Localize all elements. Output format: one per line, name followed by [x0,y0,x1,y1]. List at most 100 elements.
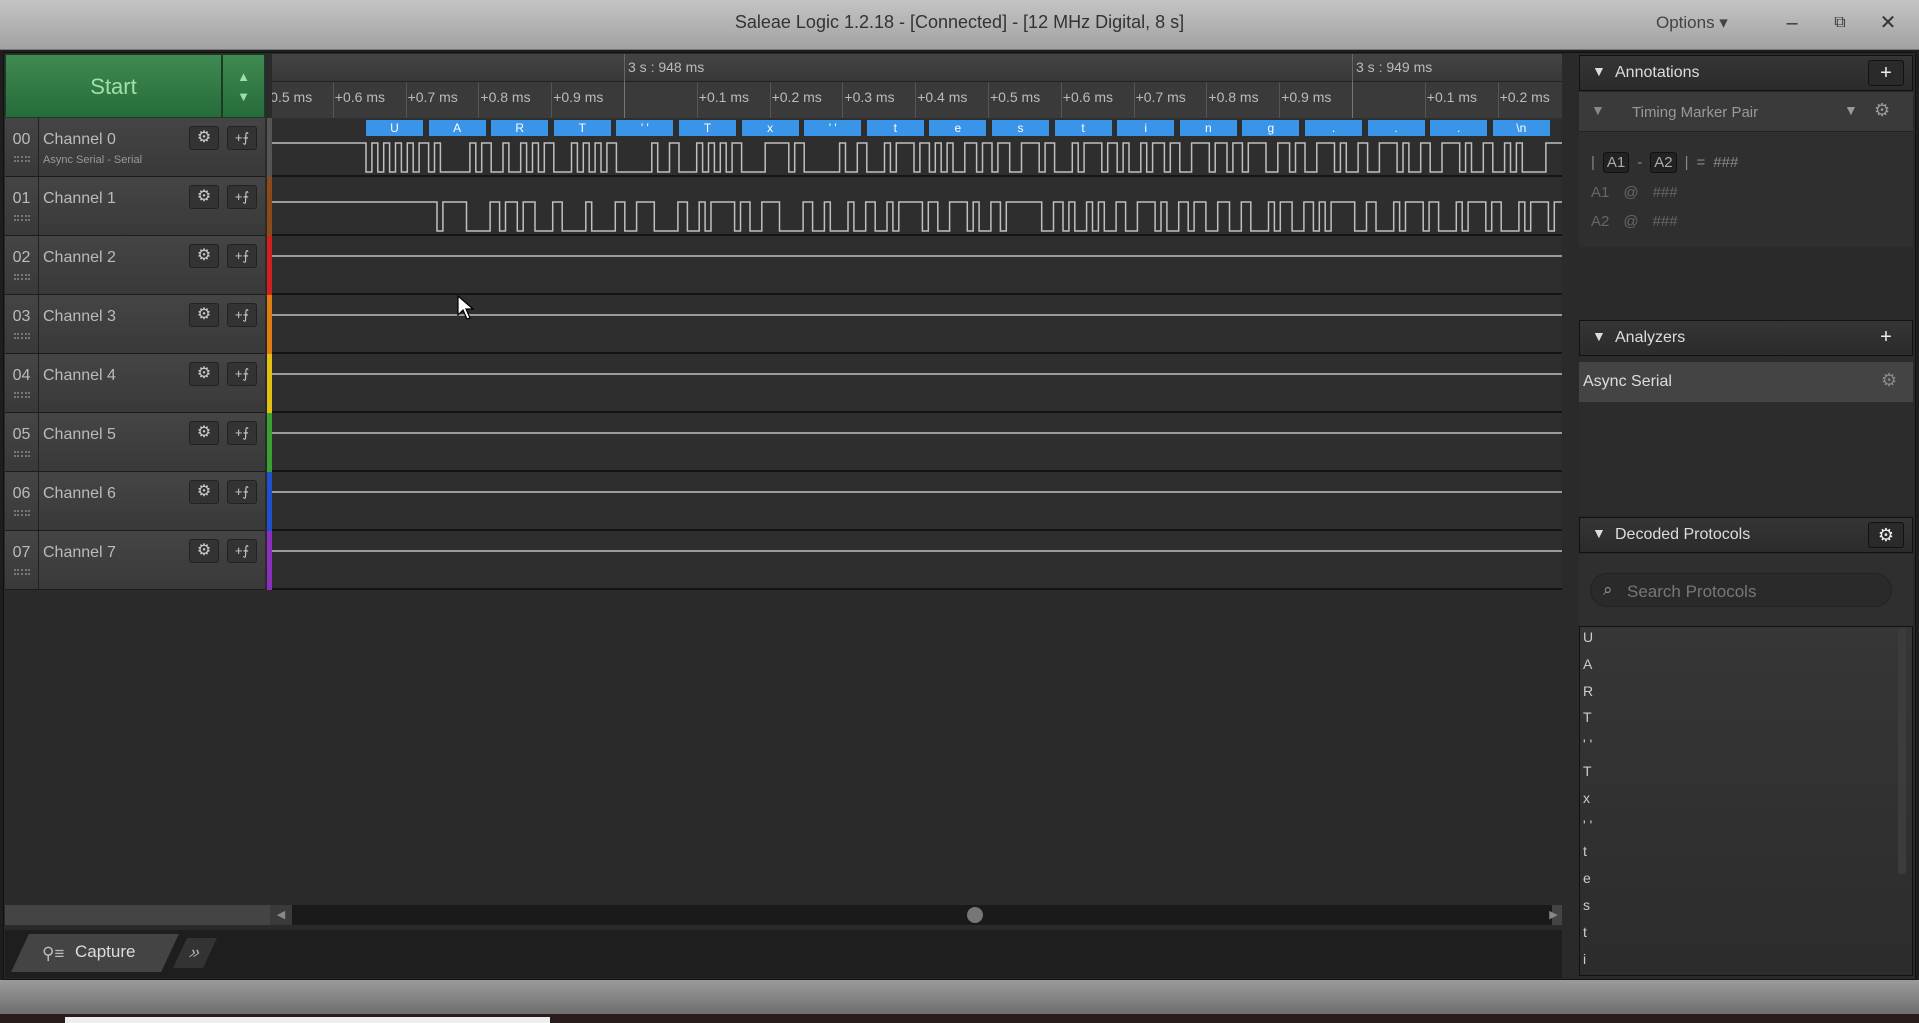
drag-handle-icon[interactable] [14,392,30,398]
decoded-frame[interactable]: x [741,120,799,136]
channel-settings-gear-icon[interactable]: ⚙ [189,244,219,268]
channel-row[interactable]: 01 Channel 1 ⚙ +⨍ [5,177,265,236]
collapse-triangle-icon[interactable]: ▼ [1592,63,1606,79]
channel-settings-gear-icon[interactable]: ⚙ [189,539,219,563]
arrow-up-icon[interactable]: ▲ [223,67,264,87]
search-protocols-input[interactable]: ⌕ Search Protocols [1590,573,1892,607]
decoded-frame[interactable]: \n [1492,120,1550,136]
list-scrollbar[interactable] [1898,629,1906,874]
marker-settings-gear-icon[interactable]: ⚙ [1874,100,1890,121]
decoded-protocols-header[interactable]: ▼ Decoded Protocols ⚙ [1579,517,1913,553]
channel-settings-gear-icon[interactable]: ⚙ [189,480,219,504]
analyzer-settings-gear-icon[interactable]: ⚙ [1881,370,1897,391]
timeline-major-ruler[interactable]: 3 s : 948 ms 3 s : 949 ms [272,54,1562,82]
channel-row[interactable]: 07 Channel 7 ⚙ +⨍ [5,531,265,590]
start-button[interactable]: Start [5,54,222,118]
decoded-frame[interactable]: g [1242,120,1300,136]
channel-row[interactable]: 04 Channel 4 ⚙ +⨍ [5,354,265,413]
dropdown-arrow-icon[interactable]: ▼ [1844,102,1858,118]
horizontal-scrollbar[interactable]: ◀ ▶ [5,905,1562,925]
decoded-frame[interactable]: T [553,120,611,136]
decoded-list-item[interactable]: ' ' [1583,736,1592,752]
decoded-list-item[interactable]: i [1583,951,1586,967]
decoded-list-item[interactable]: t [1583,924,1587,940]
drag-handle-icon[interactable] [14,451,30,457]
trigger-edge-button[interactable]: +⨍ [227,244,257,268]
channel-name[interactable]: Channel 0 [43,131,116,149]
trigger-edge-button[interactable]: +⨍ [227,539,257,563]
decoded-list-item[interactable]: ' ' [1583,817,1592,833]
decoded-frame[interactable]: . [1430,120,1488,136]
marker-type-select[interactable]: Timing Marker Pair [1632,104,1758,121]
decoded-frame[interactable]: n [1179,120,1237,136]
channel-name[interactable]: Channel 1 [43,190,116,208]
decoded-frame[interactable]: ' ' [616,120,674,136]
channel-name[interactable]: Channel 7 [43,544,116,562]
scroll-right-icon[interactable]: ▶ [1545,905,1562,925]
analyzers-header[interactable]: ▼ Analyzers + [1579,320,1913,356]
decoded-frame[interactable]: e [929,120,987,136]
timing-marker-row[interactable]: ▼ Timing Marker Pair ▼ ⚙ [1579,92,1913,132]
analyzer-item-async-serial[interactable]: Async Serial ⚙ [1579,362,1913,402]
drag-handle-icon[interactable] [14,156,30,162]
decoded-frame[interactable]: U [366,120,423,136]
channel-settings-gear-icon[interactable]: ⚙ [189,362,219,386]
decoded-frame[interactable]: t [1054,120,1112,136]
capture-tab-label[interactable]: Capture [75,942,135,962]
channel-name[interactable]: Channel 3 [43,308,116,326]
decoded-frame[interactable]: t [866,120,924,136]
decoded-list-item[interactable]: T [1583,763,1592,779]
start-options-arrows[interactable]: ▲ ▼ [222,54,265,118]
channel-row[interactable]: 06 Channel 6 ⚙ +⨍ [5,472,265,531]
decoded-frame[interactable]: s [992,120,1049,136]
trigger-edge-button[interactable]: +⨍ [227,362,257,386]
channel-row[interactable]: 02 Channel 2 ⚙ +⨍ [5,236,265,295]
minimize-button[interactable]: – [1772,6,1812,40]
decoded-frame[interactable]: i [1117,120,1175,136]
channel-row[interactable]: 00 Channel 0 Async Serial - Serial ⚙ +⨍ [5,118,265,177]
channel-settings-gear-icon[interactable]: ⚙ [189,303,219,327]
decoded-list-item[interactable]: t [1583,843,1587,859]
waveform-area[interactable] [272,118,1562,590]
options-menu[interactable]: Options ▾ [1656,13,1728,33]
channel-settings-gear-icon[interactable]: ⚙ [189,185,219,209]
close-button[interactable]: ✕ [1868,6,1908,40]
arrow-down-icon[interactable]: ▼ [223,87,264,107]
trigger-edge-button[interactable]: +⨍ [227,185,257,209]
channel-settings-gear-icon[interactable]: ⚙ [189,421,219,445]
trigger-edge-button[interactable]: +⨍ [227,303,257,327]
trigger-edge-button[interactable]: +⨍ [227,126,257,150]
drag-handle-icon[interactable] [14,274,30,280]
scroll-left-icon[interactable]: ◀ [270,905,292,925]
decoded-frame[interactable]: . [1305,120,1362,136]
decoded-frame[interactable]: A [428,120,486,136]
timeline-minor-ruler[interactable]: +0.1 ms+0.1 ms+0.2 ms+0.2 ms+0.3 ms+0.3 … [272,82,1562,118]
marker-a1-chip[interactable]: A1 [1602,152,1630,173]
decoded-settings-gear-icon[interactable]: ⚙ [1868,522,1904,548]
trigger-edge-button[interactable]: +⨍ [227,421,257,445]
drag-handle-icon[interactable] [14,333,30,339]
collapse-triangle-icon[interactable]: ▼ [1592,525,1606,541]
marker-a2-chip[interactable]: A2 [1650,152,1677,173]
channel-row[interactable]: 05 Channel 5 ⚙ +⨍ [5,413,265,472]
decoded-frame[interactable]: T [679,120,736,136]
restore-button[interactable]: ⧉ [1820,6,1860,40]
decoded-list-item[interactable]: e [1583,870,1591,886]
decoded-list-item[interactable]: s [1583,897,1590,913]
scroll-thumb[interactable] [967,907,983,923]
decoded-list-item[interactable]: x [1583,790,1590,806]
decoded-frame[interactable]: R [491,120,549,136]
trigger-edge-button[interactable]: +⨍ [227,480,257,504]
decoded-frame[interactable]: ' ' [804,120,862,136]
channel-settings-gear-icon[interactable]: ⚙ [189,126,219,150]
channel-name[interactable]: Channel 4 [43,367,116,385]
channel-name[interactable]: Channel 6 [43,485,116,503]
decoded-frame[interactable]: . [1367,120,1425,136]
annotations-header[interactable]: ▼ Annotations + [1579,55,1913,91]
drag-handle-icon[interactable] [14,510,30,516]
decoded-list-item[interactable]: U [1583,629,1593,645]
channel-name[interactable]: Channel 5 [43,426,116,444]
decoded-list-item[interactable]: A [1583,656,1592,672]
add-analyzer-button[interactable]: + [1868,325,1904,351]
channel-row[interactable]: 03 Channel 3 ⚙ +⨍ [5,295,265,354]
